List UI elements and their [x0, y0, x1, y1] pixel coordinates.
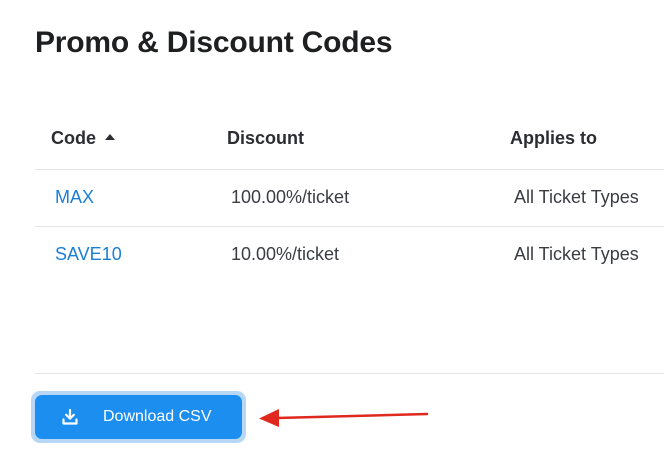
column-header-label: Discount: [227, 128, 305, 148]
promo-code-link[interactable]: SAVE10: [55, 244, 122, 265]
footer-divider: [35, 373, 664, 374]
download-icon: [62, 408, 78, 425]
table-row: MAX 100.00%/ticket All Ticket Types: [35, 170, 664, 227]
applies-to-value: All Ticket Types: [514, 244, 639, 264]
sort-ascending-icon: [105, 133, 115, 140]
table-row: SAVE10 10.00%/ticket All Ticket Types: [35, 227, 664, 284]
column-header-label: Code: [51, 128, 96, 148]
page-title: Promo & Discount Codes: [35, 26, 393, 59]
discount-value: 10.00%/ticket: [231, 244, 340, 264]
column-header-label: Applies to: [510, 128, 598, 148]
column-header-code[interactable]: Code: [51, 128, 115, 149]
promo-code-link[interactable]: MAX: [55, 187, 94, 208]
discount-value: 100.00%/ticket: [231, 187, 350, 207]
table-header-row: Code Discount Applies to: [35, 112, 664, 170]
annotation-arrow-icon: [259, 409, 429, 427]
promo-codes-table: Code Discount Applies to MAX 100.00%/tic…: [35, 112, 664, 284]
column-header-discount: Discount: [227, 128, 304, 149]
applies-to-value: All Ticket Types: [514, 187, 639, 207]
column-header-applies-to: Applies to: [510, 128, 597, 149]
download-csv-button[interactable]: Download CSV: [35, 395, 242, 439]
download-csv-label: Download CSV: [103, 408, 212, 425]
